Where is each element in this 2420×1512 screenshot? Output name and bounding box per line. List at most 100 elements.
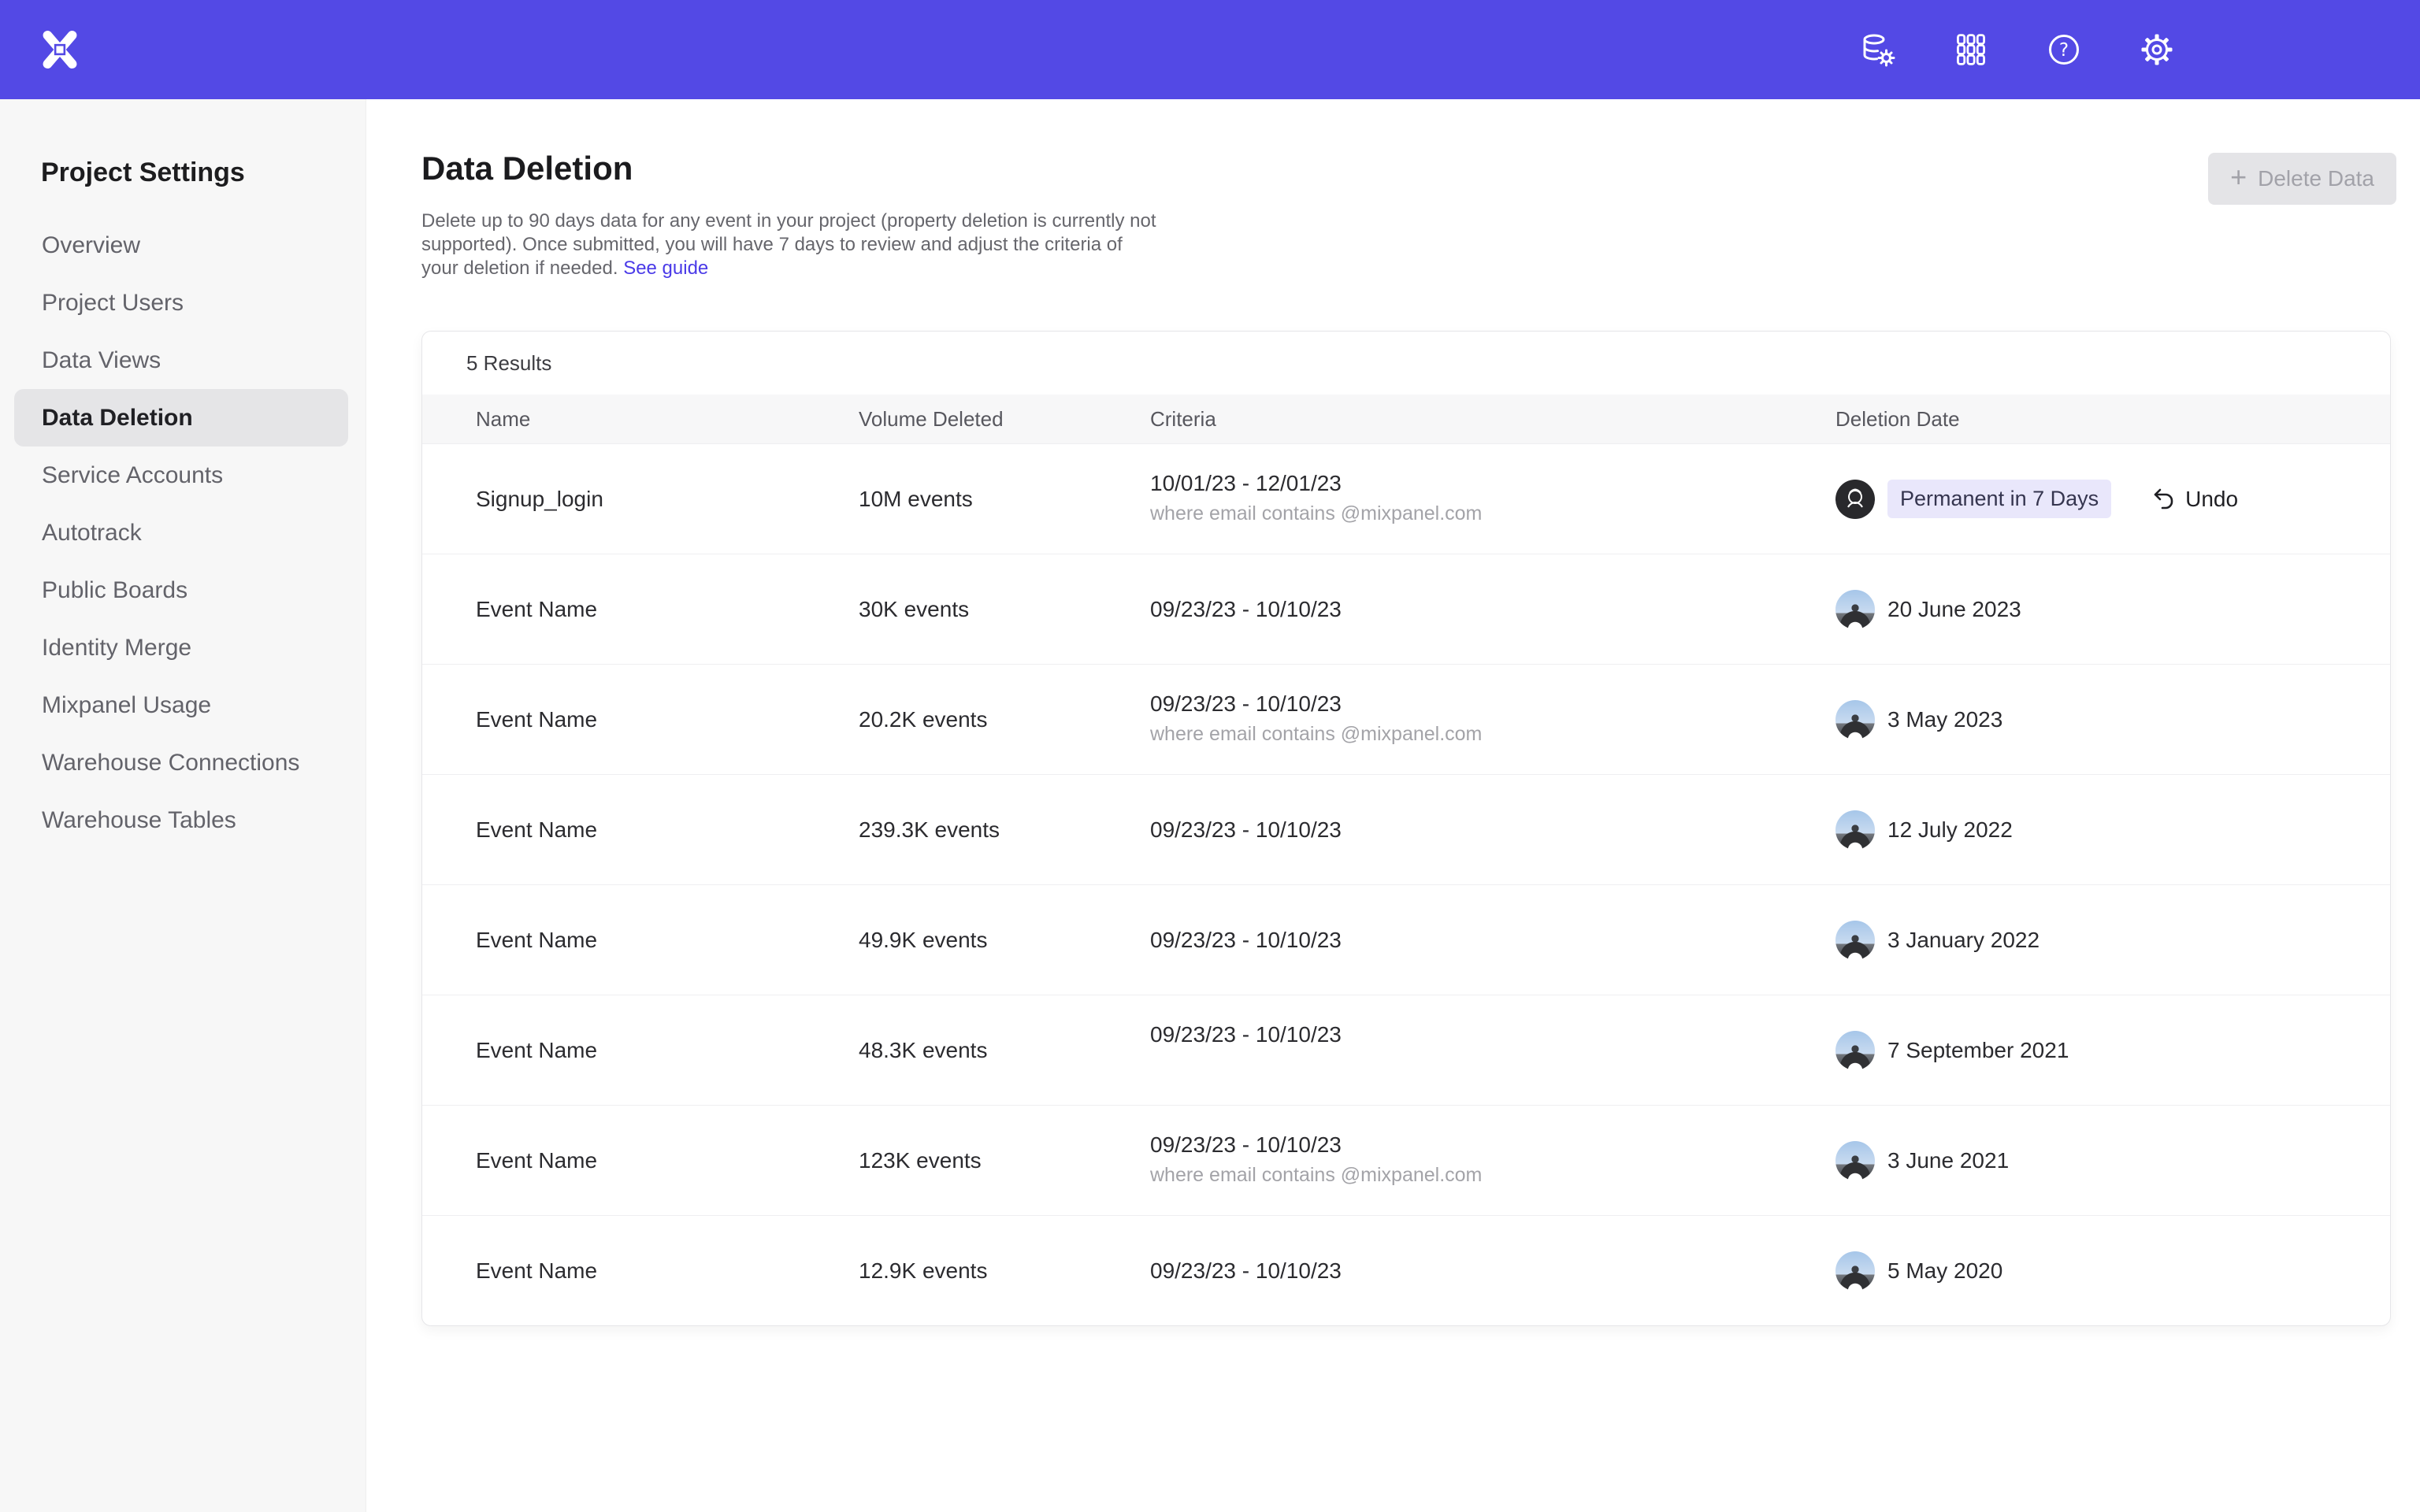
volume-cell: 123K events	[859, 1148, 1150, 1173]
undo-button[interactable]: Undo	[2151, 487, 2238, 512]
name-cell: Event Name	[476, 817, 859, 843]
column-header-volume: Volume Deleted	[859, 407, 1150, 432]
data-management-icon[interactable]	[1859, 31, 1897, 69]
avatar	[1835, 480, 1875, 519]
criteria-filter	[1150, 1054, 1835, 1078]
name-cell: Event Name	[476, 597, 859, 622]
volume-cell: 239.3K events	[859, 817, 1150, 843]
table-row: Event Name 239.3K events 09/23/23 - 10/1…	[422, 774, 2390, 884]
sidebar-item-project-users[interactable]: Project Users	[14, 274, 348, 332]
description-text: Delete up to 90 days data for any event …	[421, 210, 1156, 279]
name-cell: Event Name	[476, 928, 859, 953]
name-cell: Event Name	[476, 1258, 859, 1284]
page-title: Data Deletion	[421, 150, 1162, 187]
deletion-date: 7 September 2021	[1887, 1038, 2069, 1063]
deletion-date-cell: 12 July 2022	[1835, 810, 2390, 850]
delete-data-button[interactable]: + Delete Data	[2208, 153, 2396, 205]
avatar	[1835, 1251, 1875, 1291]
volume-cell: 48.3K events	[859, 1038, 1150, 1063]
sidebar-item-identity-merge[interactable]: Identity Merge	[14, 619, 348, 676]
criteria-range: 10/01/23 - 12/01/23	[1150, 471, 1835, 496]
criteria-range: 09/23/23 - 10/10/23	[1150, 1132, 1835, 1158]
criteria-cell: 09/23/23 - 10/10/23	[1150, 1258, 1835, 1284]
criteria-range: 09/23/23 - 10/10/23	[1150, 817, 1835, 843]
apps-grid-icon[interactable]	[1952, 31, 1990, 69]
deletion-date: 3 May 2023	[1887, 707, 2002, 732]
deletion-date-cell: 3 May 2023	[1835, 700, 2390, 739]
column-header-name: Name	[476, 407, 859, 432]
criteria-cell: 09/23/23 - 10/10/23	[1150, 928, 1835, 953]
criteria-filter: where email contains @mixpanel.com	[1150, 723, 1835, 747]
avatar	[1835, 1031, 1875, 1070]
table-row: Event Name 12.9K events 09/23/23 - 10/10…	[422, 1215, 2390, 1325]
deletion-date-cell: 20 June 2023	[1835, 590, 2390, 629]
criteria-range: 09/23/23 - 10/10/23	[1150, 597, 1835, 622]
sidebar-item-mixpanel-usage[interactable]: Mixpanel Usage	[14, 676, 348, 734]
mixpanel-logo-icon[interactable]	[39, 29, 80, 70]
criteria-range: 09/23/23 - 10/10/23	[1150, 1258, 1835, 1284]
sidebar-item-data-deletion[interactable]: Data Deletion	[14, 389, 348, 447]
deletion-date: 20 June 2023	[1887, 597, 2021, 622]
criteria-filter: where email contains @mixpanel.com	[1150, 502, 1835, 527]
sidebar-item-data-views[interactable]: Data Views	[14, 332, 348, 389]
deletion-date: 12 July 2022	[1887, 817, 2013, 843]
sidebar-item-warehouse-tables[interactable]: Warehouse Tables	[14, 791, 348, 849]
undo-label: Undo	[2185, 487, 2238, 512]
sidebar-item-public-boards[interactable]: Public Boards	[14, 561, 348, 619]
plus-icon: +	[2230, 163, 2247, 191]
name-cell: Event Name	[476, 707, 859, 732]
sidebar: Project Settings Overview Project Users …	[0, 99, 366, 1512]
topbar-icons: ?	[1859, 31, 2176, 69]
name-cell: Signup_login	[476, 487, 859, 512]
undo-icon	[2151, 487, 2176, 512]
delete-data-label: Delete Data	[2258, 166, 2374, 191]
table-header: Name Volume Deleted Criteria Deletion Da…	[422, 395, 2390, 443]
table-row: Event Name 30K events 09/23/23 - 10/10/2…	[422, 554, 2390, 664]
table-row: Signup_login 10M events 10/01/23 - 12/01…	[422, 443, 2390, 554]
sidebar-item-warehouse-connections[interactable]: Warehouse Connections	[14, 734, 348, 791]
deletion-date-cell: 3 June 2021	[1835, 1141, 2390, 1180]
page-description: Delete up to 90 days data for any event …	[421, 209, 1162, 280]
deletion-table-card: 5 Results Name Volume Deleted Criteria D…	[421, 331, 2391, 1326]
app: ?	[0, 0, 2420, 1512]
deletion-date: 5 May 2020	[1887, 1258, 2002, 1284]
sidebar-item-overview[interactable]: Overview	[14, 217, 348, 274]
criteria-cell: 09/23/23 - 10/10/23 where email contains…	[1150, 1132, 1835, 1188]
volume-cell: 49.9K events	[859, 928, 1150, 953]
name-cell: Event Name	[476, 1038, 859, 1063]
column-header-criteria: Criteria	[1150, 407, 1835, 432]
results-count: 5 Results	[422, 332, 2390, 395]
deletion-date-cell: 7 September 2021	[1835, 1031, 2390, 1070]
volume-cell: 30K events	[859, 597, 1150, 622]
deletion-date-cell: 3 January 2022	[1835, 921, 2390, 960]
sidebar-item-service-accounts[interactable]: Service Accounts	[14, 447, 348, 504]
deletion-date: 3 June 2021	[1887, 1148, 2009, 1173]
name-cell: Event Name	[476, 1148, 859, 1173]
deletion-date-cell: 5 May 2020	[1835, 1251, 2390, 1291]
volume-cell: 10M events	[859, 487, 1150, 512]
deletion-date-cell: Permanent in 7 Days Undo	[1835, 480, 2390, 519]
volume-cell: 20.2K events	[859, 707, 1150, 732]
table-row: Event Name 49.9K events 09/23/23 - 10/10…	[422, 884, 2390, 995]
table-row: Event Name 48.3K events 09/23/23 - 10/10…	[422, 995, 2390, 1105]
criteria-filter: where email contains @mixpanel.com	[1150, 1164, 1835, 1188]
topbar: ?	[0, 0, 2420, 99]
avatar	[1835, 590, 1875, 629]
see-guide-link[interactable]: See guide	[623, 258, 708, 279]
status-badge: Permanent in 7 Days	[1887, 480, 2111, 518]
sidebar-item-autotrack[interactable]: Autotrack	[14, 504, 348, 561]
criteria-range: 09/23/23 - 10/10/23	[1150, 691, 1835, 717]
avatar	[1835, 1141, 1875, 1180]
table-row: Event Name 20.2K events 09/23/23 - 10/10…	[422, 664, 2390, 774]
help-icon[interactable]: ?	[2045, 31, 2083, 69]
sidebar-title: Project Settings	[41, 158, 366, 188]
avatar	[1835, 810, 1875, 850]
svg-text:?: ?	[2059, 40, 2069, 61]
sidebar-nav: Overview Project Users Data Views Data D…	[0, 217, 366, 849]
criteria-cell: 09/23/23 - 10/10/23	[1150, 817, 1835, 843]
criteria-cell: 09/23/23 - 10/10/23 where email contains…	[1150, 691, 1835, 747]
criteria-cell: 09/23/23 - 10/10/23	[1150, 1022, 1835, 1078]
criteria-cell: 10/01/23 - 12/01/23 where email contains…	[1150, 471, 1835, 527]
avatar	[1835, 921, 1875, 960]
settings-icon[interactable]	[2138, 31, 2176, 69]
